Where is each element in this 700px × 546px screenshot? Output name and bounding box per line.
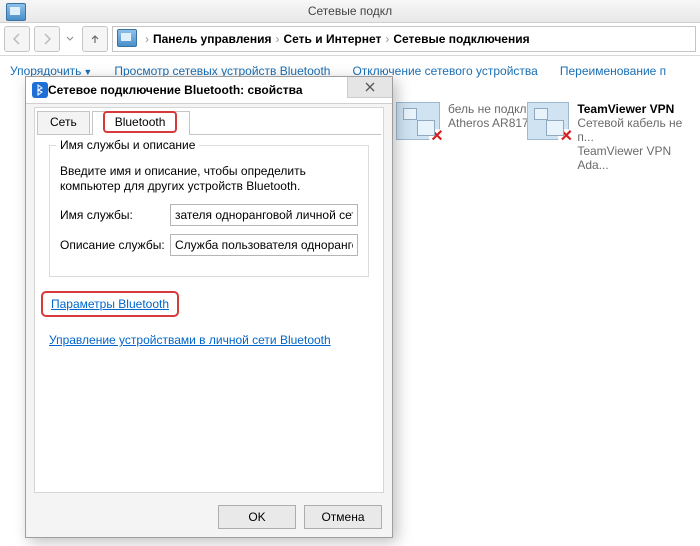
highlight-annotation: Bluetooth <box>103 111 178 133</box>
link-row: Параметры Bluetooth <box>49 291 369 327</box>
chevron-down-icon <box>66 35 74 43</box>
highlight-annotation: Параметры Bluetooth <box>41 291 179 317</box>
arrow-right-icon <box>41 33 53 45</box>
breadcrumb-root[interactable]: Панель управления <box>153 32 271 46</box>
service-desc-input[interactable] <box>170 234 358 256</box>
tab-bluetooth[interactable]: Bluetooth <box>92 111 191 135</box>
explorer-window: Сетевые подкл › Панель управления › Сеть… <box>0 0 700 546</box>
close-button[interactable] <box>347 77 392 98</box>
tile-text: TeamViewer VPN Сетевой кабель не п... Te… <box>577 102 700 172</box>
ok-button[interactable]: OK <box>218 505 296 529</box>
connection-tile[interactable]: ✕ TeamViewer VPN Сетевой кабель не п... … <box>527 102 700 172</box>
breadcrumb-level2[interactable]: Сеть и Интернет <box>283 32 381 46</box>
app-icon <box>6 3 26 24</box>
dialog-button-row: OK Отмена <box>218 505 382 529</box>
disconnected-x-icon: ✕ <box>558 129 574 145</box>
dialog-body: Сеть Bluetooth Имя службы и описание Вве… <box>34 107 384 493</box>
network-adapter-icon: ✕ <box>396 102 440 140</box>
link-bluetooth-params[interactable]: Параметры Bluetooth <box>51 297 169 311</box>
service-name-row: Имя службы: <box>60 204 358 226</box>
cmd-rename[interactable]: Переименование п <box>560 64 666 78</box>
service-desc-label: Описание службы: <box>60 238 170 252</box>
breadcrumb-level3[interactable]: Сетевые подключения <box>393 32 529 46</box>
breadcrumb-sep-icon: › <box>275 32 279 46</box>
up-button[interactable] <box>82 26 108 52</box>
back-button[interactable] <box>4 26 30 52</box>
window-titlebar: Сетевые подкл <box>0 0 700 23</box>
properties-dialog: Сетевое подключение Bluetooth: свойства … <box>25 76 393 538</box>
arrow-up-icon <box>89 33 101 45</box>
control-panel-icon <box>117 29 137 50</box>
group-description: Введите имя и описание, чтобы определить… <box>60 164 358 194</box>
window-title: Сетевые подкл <box>308 4 392 18</box>
tile-title: TeamViewer VPN <box>577 102 700 116</box>
forward-button[interactable] <box>34 26 60 52</box>
dialog-titlebar[interactable]: Сетевое подключение Bluetooth: свойства <box>26 77 392 104</box>
arrow-left-icon <box>11 33 23 45</box>
cancel-button[interactable]: Отмена <box>304 505 382 529</box>
service-name-label: Имя службы: <box>60 208 170 222</box>
tile-device: TeamViewer VPN Ada... <box>577 144 700 172</box>
tab-strip: Сеть Bluetooth <box>35 108 383 134</box>
recent-locations-button[interactable] <box>64 35 76 43</box>
tile-status: Сетевой кабель не п... <box>577 116 700 144</box>
address-bar[interactable]: › Панель управления › Сеть и Интернет › … <box>112 26 696 52</box>
service-name-input[interactable] <box>170 204 358 226</box>
breadcrumb-sep-icon: › <box>385 32 389 46</box>
tab-network[interactable]: Сеть <box>37 111 90 135</box>
tab-bluetooth-label: Bluetooth <box>115 115 166 129</box>
nav-bar: › Панель управления › Сеть и Интернет › … <box>0 23 700 56</box>
network-adapter-icon: ✕ <box>527 102 569 140</box>
service-name-group: Имя службы и описание Введите имя и опис… <box>49 145 369 277</box>
dialog-title: Сетевое подключение Bluetooth: свойства <box>48 83 303 97</box>
service-desc-row: Описание службы: <box>60 234 358 256</box>
close-icon <box>365 82 375 92</box>
bluetooth-icon <box>32 82 48 98</box>
link-manage-pan-devices[interactable]: Управление устройствами в личной сети Bl… <box>49 333 331 347</box>
breadcrumb-sep-icon: › <box>145 32 149 46</box>
disconnected-x-icon: ✕ <box>429 129 445 145</box>
tab-panel-bluetooth: Имя службы и описание Введите имя и опис… <box>37 134 381 490</box>
link-row: Управление устройствами в личной сети Bl… <box>49 333 369 347</box>
group-legend: Имя службы и описание <box>56 138 199 152</box>
